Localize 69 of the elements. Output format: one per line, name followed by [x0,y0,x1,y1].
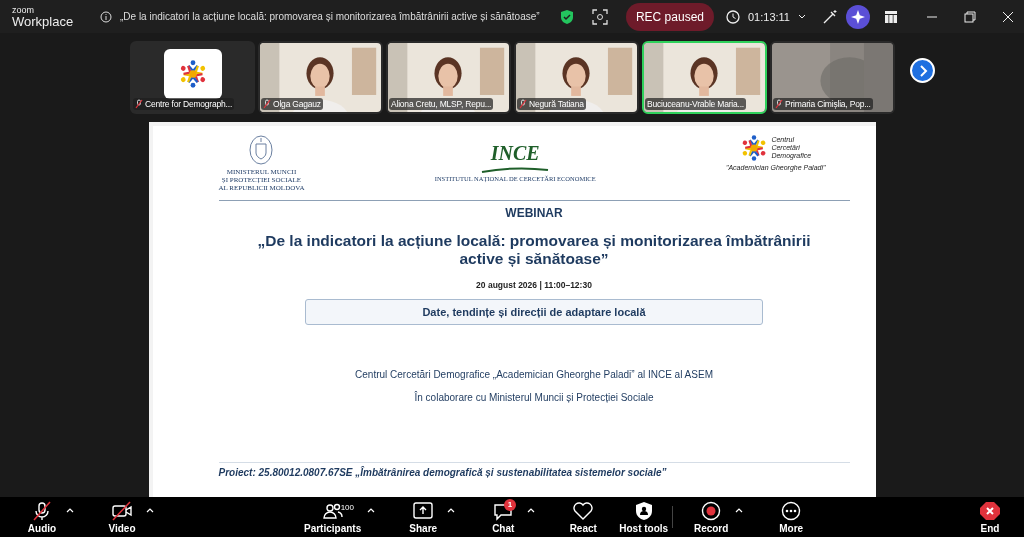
recording-status-badge[interactable]: REC paused [625,2,714,31]
chevron-right-icon [917,64,928,77]
camera-off-icon [111,500,133,521]
meeting-title: „De la indicatori la acțiune locală: promovarea și monitorizarea îmbătrânirii active și sănătoase” [120,11,541,22]
ince-logo-text: INCE [490,142,540,165]
next-page-button[interactable] [910,58,935,83]
wand-icon[interactable] [822,8,838,25]
restore-icon[interactable] [964,10,976,23]
participant-name: Negură Tatiana [517,98,586,110]
event-date: 20 august 2026 | 11:00–12:30 [476,279,592,290]
share-screen-icon [412,500,435,521]
participant-tile[interactable]: Aliona Cretu, MLSP, Repu... [386,41,511,114]
participant-tile[interactable]: Buciuceanu-Vrable Maria... [642,41,767,114]
caret-icon[interactable] [527,507,536,513]
muted-mic-icon [135,99,143,109]
brand-logo-text: zoom [12,5,35,15]
slide-kicker: WEBINAR [505,206,563,220]
participant-tile[interactable]: Primaria Cimișlia, Pop... [770,41,895,114]
organizer-text: Centrul Cercetări Demografice „Academician Gheorghe Paladi” al INCE al ASEM [355,368,713,380]
heart-icon [572,500,595,521]
slide-title: „De la indicatori la acțiune locală: promovarea și monitorizarea îmbătrânirii active și sănătoase” [256,232,812,268]
apps-icon[interactable] [884,9,898,24]
chat-button[interactable]: Chat 1 [485,500,522,534]
audio-button[interactable]: Audio [24,500,60,534]
share-button[interactable]: Share [405,500,442,534]
caret-icon[interactable] [367,507,376,513]
focus-frame-icon[interactable] [591,8,608,25]
video-button[interactable]: Video [104,500,140,534]
participant-name: Primaria Cimișlia, Pop... [773,98,873,110]
participant-tile[interactable]: Olga Gagauz [258,41,383,114]
project-text: Proiect: 25.80012.0807.67SE „Îmbătrânirea demografică și sustenabilitatea sistemelor sociale” [218,462,850,478]
meeting-timer: 01:13:11 [748,10,790,23]
partner-text: În colaborare cu Ministerul Muncii și Protecției Sociale [414,391,654,403]
participants-button[interactable]: Participants 100 [304,500,362,534]
shield-check-icon[interactable] [559,8,574,25]
clock-icon [726,9,740,24]
info-icon[interactable] [100,10,112,23]
sparkle-icon[interactable] [846,4,870,29]
swoosh-icon [480,167,551,173]
participant-count: 100 [340,502,354,512]
chevron-down-icon[interactable] [798,13,806,20]
muted-mic-icon [31,500,53,521]
people-ring-logo-icon [178,59,208,89]
end-icon [979,500,1001,521]
caret-icon[interactable] [66,507,74,513]
participant-name: Buciuceanu-Vrable Maria... [645,98,746,110]
caret-icon[interactable] [447,507,456,513]
muted-mic-icon [775,99,783,109]
participant-tile[interactable]: Centre for Demograph... [130,41,255,114]
record-icon [700,500,723,521]
record-button[interactable]: Record [693,500,730,534]
unread-badge: 1 [503,498,516,511]
topic-banner: Date, tendințe și direcții de adaptare locală [305,298,763,325]
muted-mic-icon [519,99,527,109]
brand-name: Workplace [12,14,75,28]
participant-name: Aliona Cretu, MLSP, Repu... [389,98,494,110]
more-icon [780,500,803,521]
participant-tile[interactable]: Negură Tatiana [514,41,639,114]
participant-name: Centre for Demograph... [133,98,235,110]
host-button[interactable]: Host tools [619,500,669,534]
coat-of-arms-icon [248,134,275,166]
muted-mic-icon [263,99,271,109]
caret-icon[interactable] [146,507,154,513]
more-button[interactable]: More [773,500,810,534]
caret-icon[interactable] [735,507,744,513]
close-icon[interactable] [1002,10,1014,23]
participant-name: Olga Gagauz [261,98,323,110]
react-button[interactable]: React [565,500,602,534]
end-button[interactable]: End [972,500,1008,534]
